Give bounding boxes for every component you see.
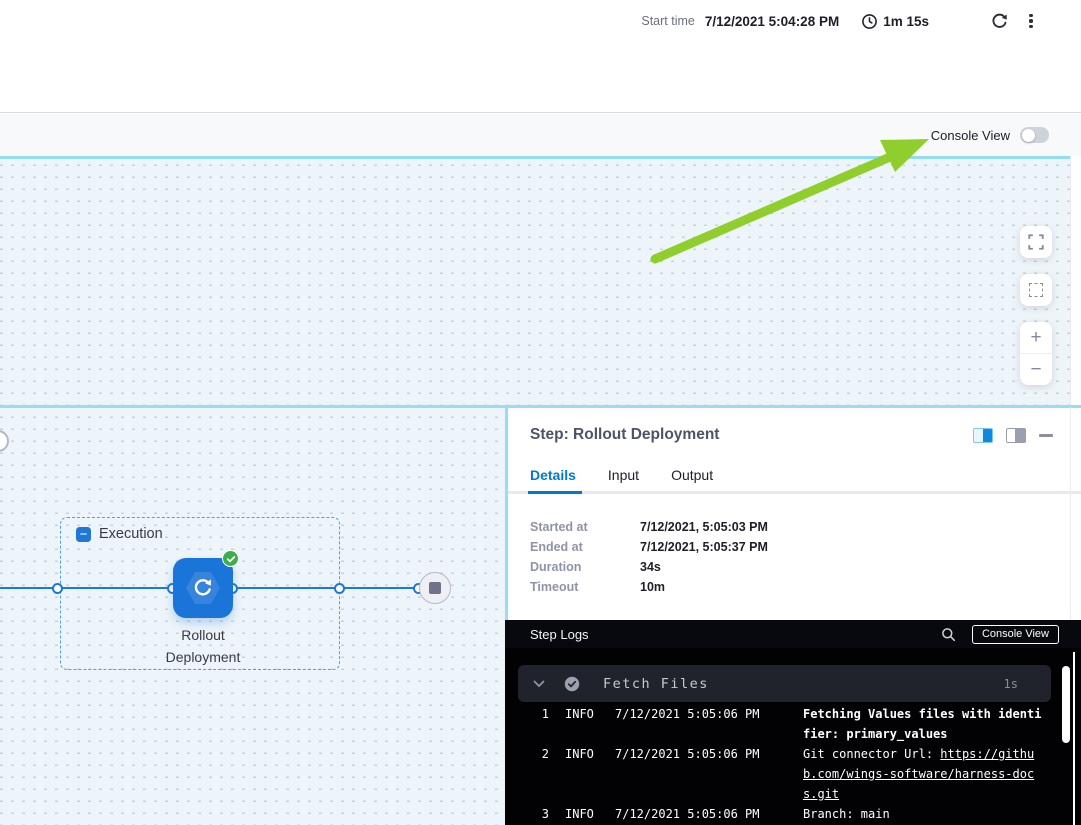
log-viewer[interactable]: Fetch Files 1s 1 INFO 7/12/2021 5:05:06 … [505, 648, 1081, 825]
search-logs-button[interactable] [941, 627, 956, 642]
view-toolbar: Console View [0, 114, 1081, 156]
log-scrollbar-thumb[interactable] [1062, 666, 1070, 743]
start-time-label: Start time [641, 14, 695, 28]
collapse-group-button[interactable] [76, 527, 91, 542]
fullscreen-button[interactable] [1020, 226, 1052, 258]
fit-selection-button[interactable] [1020, 274, 1052, 306]
fullscreen-icon [1027, 233, 1045, 251]
step-details-panel: Step: Rollout Deployment Details Input O… [505, 407, 1081, 825]
offscreen-node [0, 430, 9, 452]
log-group-name: Fetch Files [603, 676, 709, 692]
pipeline-end-node[interactable] [419, 572, 451, 604]
detail-row-ended: Ended at7/12/2021, 5:05:37 PM [530, 540, 1050, 560]
refresh-button[interactable] [987, 9, 1011, 33]
stop-icon [429, 582, 441, 594]
success-check-badge [222, 550, 239, 567]
step-logs-title: Step Logs [530, 627, 589, 642]
log-lines: 1 INFO 7/12/2021 5:05:06 PM Fetching Val… [505, 704, 1065, 824]
log-scroll-track-edge [1073, 652, 1075, 825]
more-options-button[interactable] [1019, 9, 1043, 33]
panel-title: Step: Rollout Deployment [530, 426, 719, 444]
chevron-down-icon[interactable] [533, 680, 545, 688]
zoom-controls: + − [1020, 322, 1052, 385]
detail-row-duration: Duration34s [530, 560, 1050, 580]
group-success-icon [564, 676, 580, 692]
right-gutter-line [1070, 407, 1071, 620]
dock-panel-icon[interactable] [1006, 428, 1026, 443]
log-group-fetch-files[interactable]: Fetch Files 1s [518, 665, 1051, 702]
marquee-icon [1029, 283, 1043, 297]
execution-group-label: Execution [99, 526, 163, 542]
console-view-button[interactable]: Console View [972, 625, 1059, 644]
step-node-label[interactable]: Rollout Deployment [143, 624, 263, 668]
toggle-knob [1022, 129, 1035, 142]
log-line: 3 INFO 7/12/2021 5:05:06 PM Branch: main [505, 804, 1065, 824]
start-time-value: 7/12/2021 5:04:28 PM [705, 14, 839, 29]
panel-left-border [505, 407, 508, 620]
top-header: Start time 7/12/2021 5:04:28 PM 1m 15s [0, 0, 1081, 113]
detail-row-timeout: Timeout10m [530, 580, 1050, 600]
search-icon [941, 627, 956, 642]
zoom-in-button[interactable]: + [1020, 322, 1052, 353]
pipeline-execution-page: Start time 7/12/2021 5:04:28 PM 1m 15s C… [0, 0, 1081, 825]
log-line: 1 INFO 7/12/2021 5:05:06 PM Fetching Val… [505, 704, 1065, 744]
log-group-duration: 1s [1004, 677, 1018, 691]
zoom-out-button[interactable]: − [1020, 353, 1052, 385]
console-view-label: Console View [931, 128, 1010, 143]
connection-point [334, 583, 345, 594]
connection-point [52, 583, 63, 594]
step-logs-bar: Step Logs Console View [505, 620, 1081, 648]
active-tab-underline [528, 491, 582, 494]
panel-top-border [0, 405, 1081, 408]
tab-separator [505, 491, 1081, 494]
elapsed-duration: 1m 15s [883, 14, 929, 29]
rollout-deployment-step-node[interactable] [173, 558, 233, 618]
split-view-right-icon[interactable] [973, 428, 993, 443]
clock-icon [861, 13, 878, 30]
console-view-toggle[interactable] [1020, 127, 1049, 143]
rollout-refresh-icon [191, 576, 215, 600]
minimize-panel-button[interactable] [1039, 434, 1053, 437]
log-line: 2 INFO 7/12/2021 5:05:06 PM Git connecto… [505, 744, 1065, 804]
detail-row-started: Started at7/12/2021, 5:05:03 PM [530, 520, 1050, 540]
kebab-icon [1029, 14, 1032, 29]
